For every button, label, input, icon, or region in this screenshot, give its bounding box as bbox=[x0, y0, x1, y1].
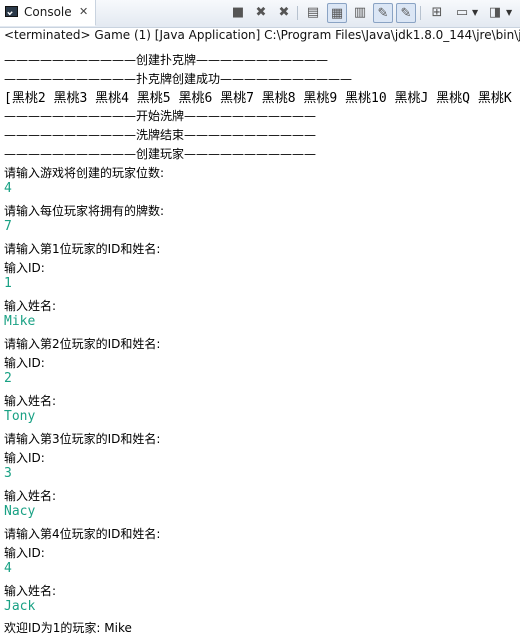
show-on-stdout-icon[interactable]: ✎ bbox=[373, 3, 393, 23]
scroll-lock-icon[interactable]: ▤ bbox=[303, 3, 323, 23]
toolbar-separator bbox=[297, 6, 298, 20]
open-console-icon[interactable]: ◨ bbox=[485, 3, 505, 23]
console-line: 输入姓名: bbox=[4, 584, 57, 598]
console-line: ———————————洗牌结束——————————— bbox=[4, 128, 317, 142]
console-line: [黑桃2 黑桃3 黑桃4 黑桃5 黑桃6 黑桃7 黑桃8 黑桃9 黑桃10 黑桃… bbox=[4, 91, 512, 106]
remove-all-icon[interactable]: ✖ bbox=[274, 3, 294, 23]
clear-console-icon[interactable]: ▥ bbox=[350, 3, 370, 23]
terminate-icon[interactable]: ■ bbox=[228, 3, 248, 23]
pin-console-icon[interactable]: ⊞ bbox=[427, 3, 447, 23]
word-wrap-icon[interactable]: ▦ bbox=[327, 3, 347, 23]
console-line: 欢迎ID为1的玩家: Mike bbox=[4, 621, 132, 635]
console-line: 输入ID: bbox=[4, 261, 45, 275]
console-input: Tony bbox=[4, 409, 36, 424]
console-line: 请输入第3位玩家的ID和姓名: bbox=[4, 432, 161, 446]
console-input: Mike bbox=[4, 314, 36, 329]
chevron-down-icon[interactable]: ▼ bbox=[472, 3, 478, 23]
remove-launch-icon[interactable]: ✖ bbox=[251, 3, 271, 23]
console-input: 2 bbox=[4, 371, 12, 386]
show-on-stderr-icon[interactable]: ✎ bbox=[396, 3, 416, 23]
console-line: 请输入游戏将创建的玩家位数: bbox=[4, 166, 165, 180]
console-line: 输入ID: bbox=[4, 451, 45, 465]
console-input: Jack bbox=[4, 599, 36, 614]
console-input: 7 bbox=[4, 219, 12, 234]
console-view-toolbar: Console ✕ ■ ✖ ✖ ▤ ▦ ▥ ✎ ✎ ⊞ ▭ ▼ ◨ ▼ bbox=[0, 0, 520, 28]
tab-console[interactable]: Console ✕ bbox=[0, 0, 96, 26]
console-icon bbox=[5, 6, 18, 17]
console-input: 4 bbox=[4, 181, 12, 196]
launch-status: <terminated> Game (1) [Java Application]… bbox=[4, 28, 520, 42]
console-line: 输入ID: bbox=[4, 546, 45, 560]
console-input: Nacy bbox=[4, 504, 36, 519]
console-input: 1 bbox=[4, 276, 12, 291]
console-line: ———————————扑克牌创建成功——————————— bbox=[4, 72, 353, 86]
console-line: 输入姓名: bbox=[4, 394, 57, 408]
console-line: ———————————开始洗牌——————————— bbox=[4, 109, 317, 123]
chevron-down-icon[interactable]: ▼ bbox=[506, 3, 512, 23]
console-line: 请输入每位玩家将拥有的牌数: bbox=[4, 204, 165, 218]
console-line: 请输入第1位玩家的ID和姓名: bbox=[4, 242, 161, 256]
console-output[interactable]: <terminated> Game (1) [Java Application]… bbox=[0, 28, 520, 636]
console-line: 输入ID: bbox=[4, 356, 45, 370]
tab-console-label: Console bbox=[24, 5, 72, 19]
toolbar-separator bbox=[420, 6, 421, 20]
console-line: 输入姓名: bbox=[4, 299, 57, 313]
display-selected-console-icon[interactable]: ▭ bbox=[452, 3, 472, 23]
console-input: 3 bbox=[4, 466, 12, 481]
close-icon[interactable]: ✕ bbox=[79, 5, 88, 18]
console-line: 请输入第4位玩家的ID和姓名: bbox=[4, 527, 161, 541]
console-line: ———————————创建扑克牌——————————— bbox=[4, 53, 329, 67]
console-line: 请输入第2位玩家的ID和姓名: bbox=[4, 337, 161, 351]
console-line: 输入姓名: bbox=[4, 489, 57, 503]
console-line: ———————————创建玩家——————————— bbox=[4, 147, 317, 161]
console-input: 4 bbox=[4, 561, 12, 576]
